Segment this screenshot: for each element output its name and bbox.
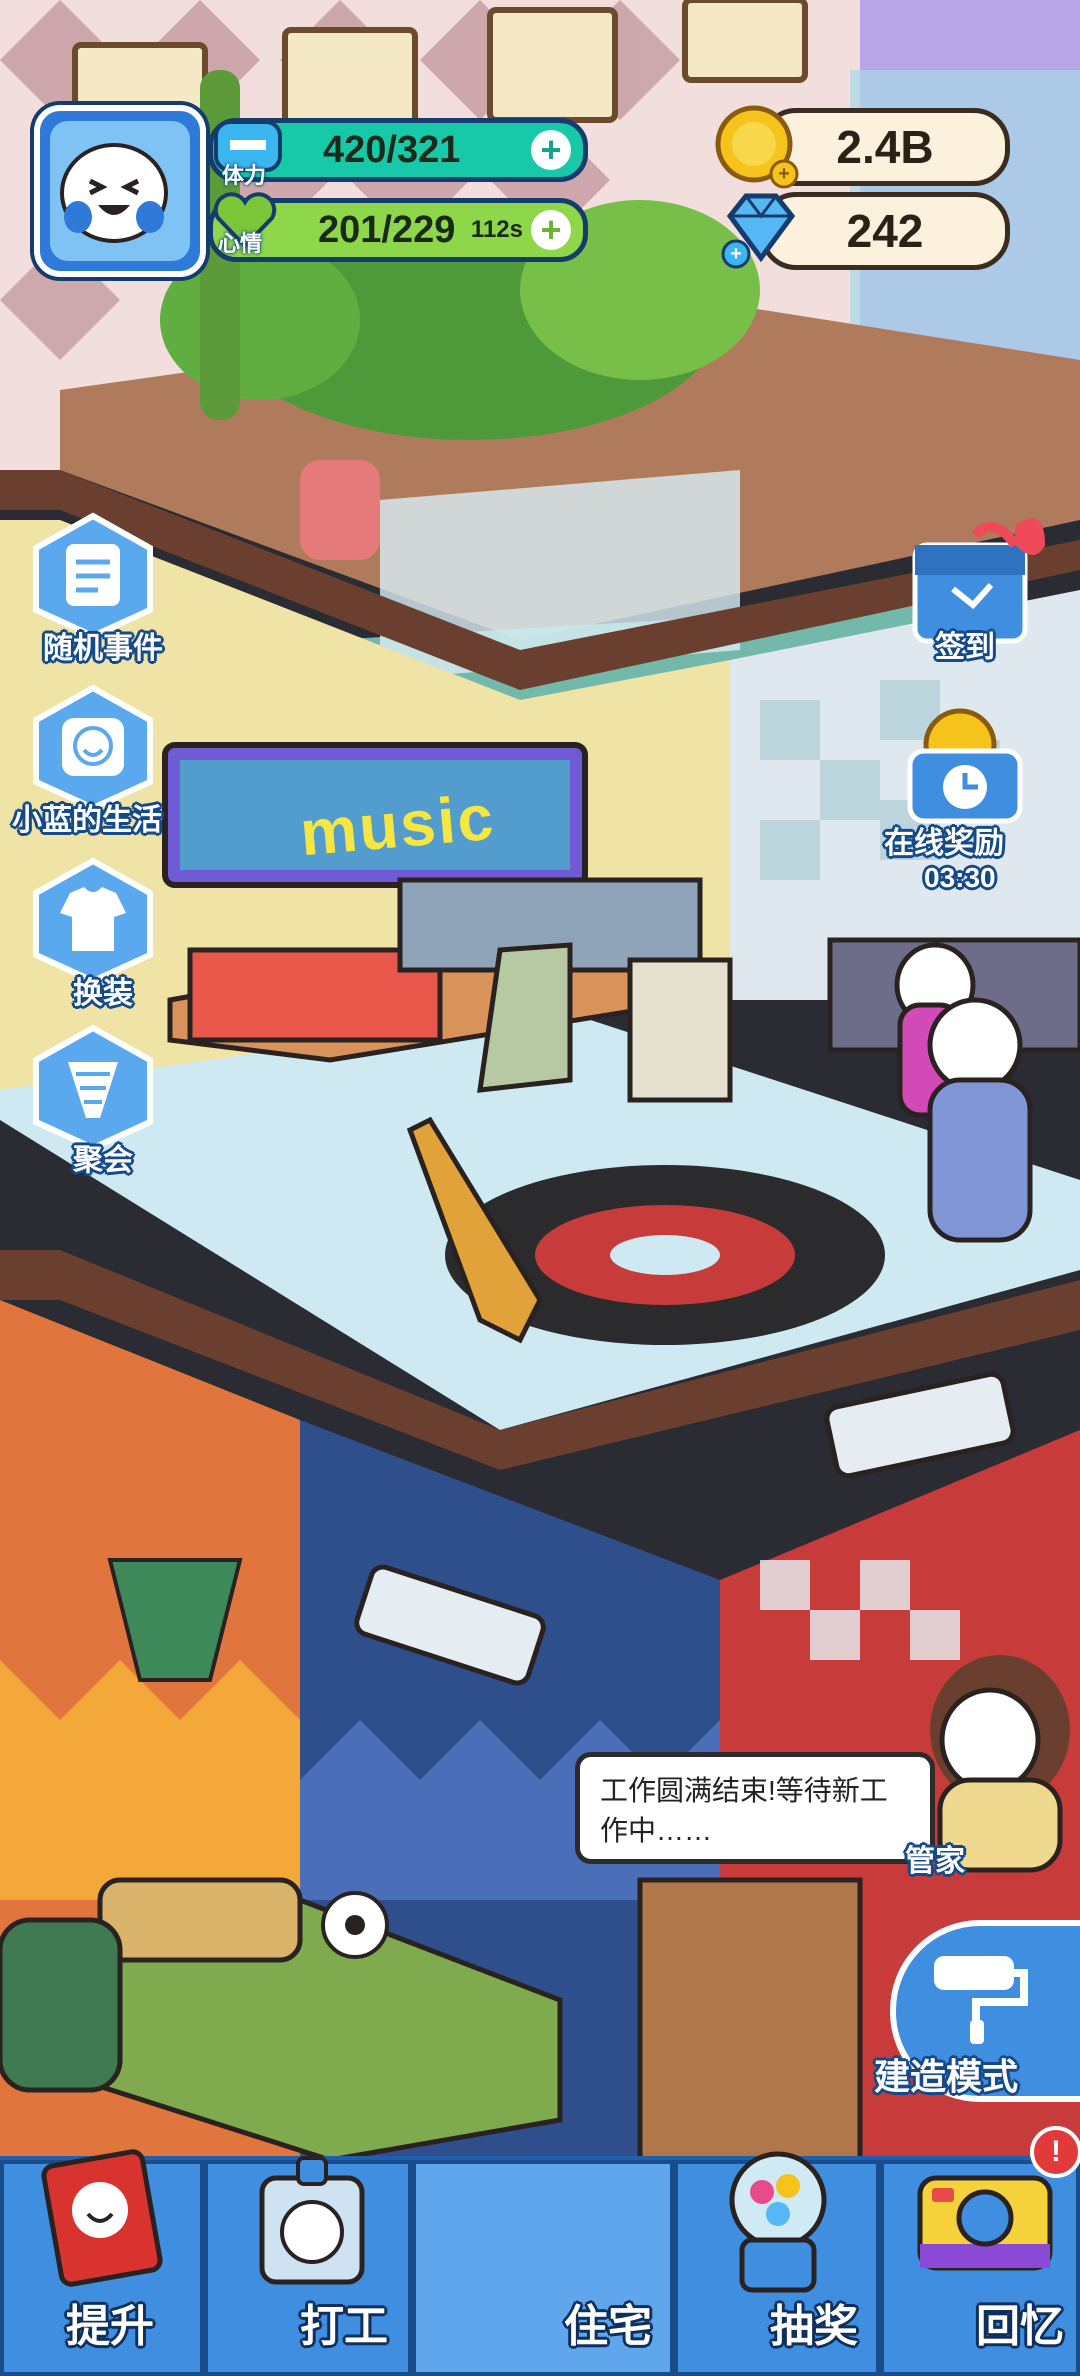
gem-value: 242	[846, 205, 924, 257]
avatar-face	[50, 121, 190, 261]
badge-icon	[259, 2156, 365, 2285]
paint-roller-icon	[934, 1956, 1028, 2044]
nav-memories-label: 回忆	[976, 2302, 1064, 2351]
svg-text:+: +	[778, 163, 790, 185]
nav-home-label: 住宅	[564, 2302, 652, 2351]
nav-memories[interactable]: ! 回忆	[880, 2126, 1080, 2376]
nav-upgrade[interactable]: 提升	[0, 2149, 204, 2376]
online-reward-button[interactable]: 在线奖励 03:30	[884, 705, 1060, 894]
build-mode-button[interactable]: 建造模式	[874, 1920, 1080, 2102]
xiaolan-life-label: 小蓝的生活	[12, 804, 162, 837]
nav-gacha-label: 抽奖	[770, 2302, 858, 2351]
online-reward-timer: 03:30	[924, 862, 996, 893]
xiaolan-life-button[interactable]: 小蓝的生活	[12, 682, 178, 839]
signin-button[interactable]: 签到	[895, 505, 1055, 666]
shirt-icon	[33, 857, 153, 985]
mood-label: 心情	[218, 231, 263, 256]
add-mood-button[interactable]: +	[531, 210, 571, 250]
stamina-value: 420/321	[323, 128, 461, 171]
nav-upgrade-label: 提升	[66, 2302, 154, 2351]
coin-icon: +	[715, 105, 799, 189]
book-icon	[41, 2149, 163, 2287]
butler-speech-text: 工作圆满结束!等待新工作中……	[600, 1775, 888, 1846]
diamond-icon: +	[721, 193, 796, 269]
random-event-label: 随机事件	[43, 632, 163, 665]
butler-speech-bubble: 工作圆满结束!等待新工作中……	[575, 1752, 935, 1864]
nav-gacha[interactable]: 抽奖	[674, 2151, 880, 2376]
coin-value: 2.4B	[836, 121, 934, 173]
nav-work[interactable]: 打工	[204, 2156, 412, 2376]
event-note-icon	[33, 512, 153, 640]
smiley-face-icon	[60, 143, 168, 243]
face-icon	[33, 684, 153, 812]
random-event-button[interactable]: 随机事件	[28, 510, 178, 667]
gacha-icon	[729, 2151, 827, 2293]
game-scene: music 420/321 + 体力 201/229 112s + 心情 2.4…	[0, 0, 1080, 2376]
mood-value: 201/229	[318, 208, 456, 251]
party-popper-icon	[33, 1024, 153, 1152]
svg-text:+: +	[730, 243, 742, 265]
camera-icon	[917, 2175, 1053, 2271]
stamina-label: 体力	[222, 163, 267, 188]
clock-coin-icon	[907, 708, 1023, 824]
add-stamina-button[interactable]: +	[531, 130, 571, 170]
nav-work-label: 打工	[300, 2302, 388, 2351]
party-button[interactable]: 聚会	[28, 1022, 178, 1179]
memories-alert-badge: !	[1030, 2126, 1080, 2178]
butler-label[interactable]: 管家	[905, 1836, 965, 1880]
player-avatar[interactable]	[34, 105, 206, 277]
mood-timer: 112s	[470, 216, 523, 243]
build-mode-label: 建造模式	[874, 2056, 1019, 2097]
outfit-button[interactable]: 换装	[28, 855, 178, 1012]
nav-home[interactable]: 住宅	[412, 2160, 674, 2376]
